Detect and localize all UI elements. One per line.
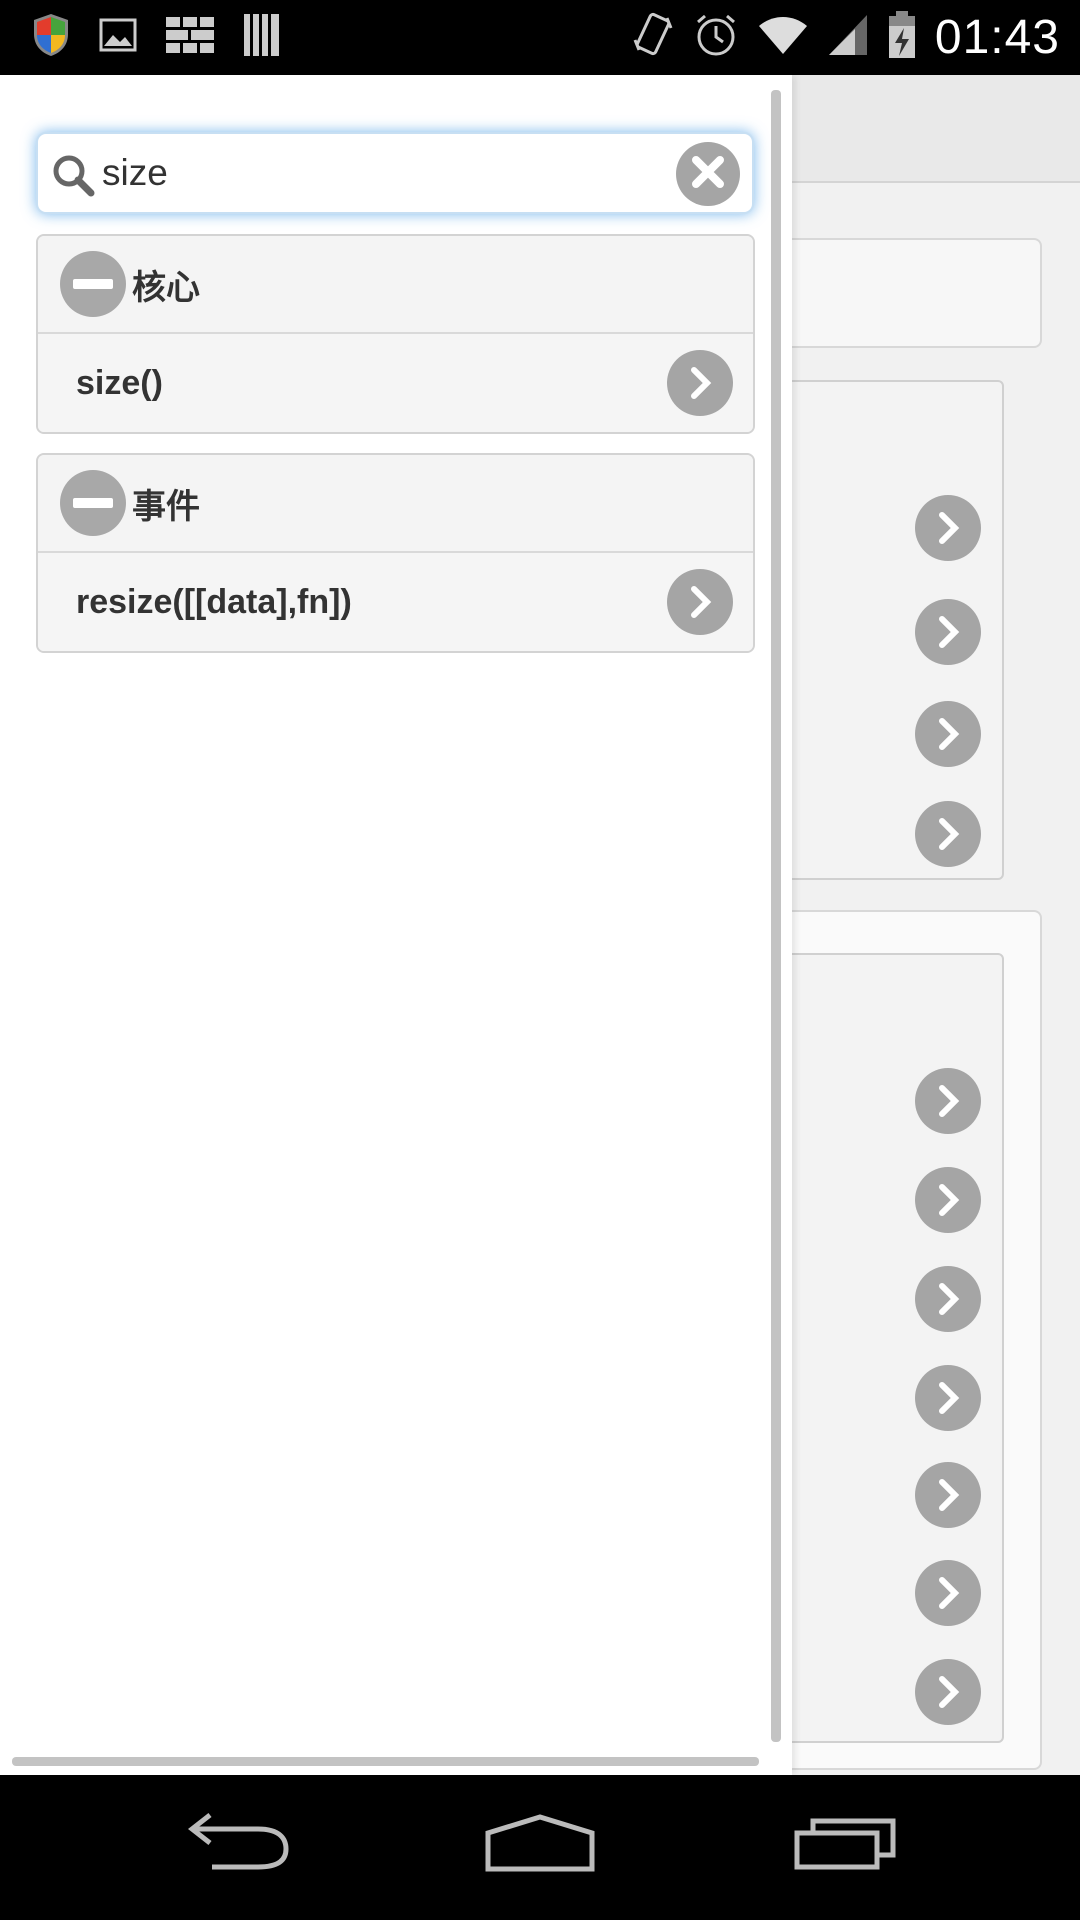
collapse-icon	[60, 470, 126, 536]
recent-apps-icon	[793, 1815, 897, 1876]
clear-search-button[interactable]	[676, 142, 740, 206]
chevron-right-icon[interactable]	[915, 1266, 981, 1332]
search-icon	[50, 152, 96, 198]
result-group: 核心 size()	[36, 234, 755, 434]
vibrate-icon	[631, 10, 675, 65]
chevron-right-icon[interactable]	[667, 350, 733, 416]
horizontal-scrollbar[interactable]	[12, 1757, 759, 1766]
keyboard-icon	[164, 13, 216, 62]
navigation-bar	[0, 1775, 1080, 1920]
status-bar: 01:43	[0, 0, 1080, 75]
group-title: 事件	[132, 486, 200, 527]
item-label: resize([[data],fn])	[76, 582, 352, 621]
chevron-right-icon[interactable]	[915, 1167, 981, 1233]
chevron-right-icon[interactable]	[915, 1462, 981, 1528]
chevron-right-icon[interactable]	[915, 801, 981, 867]
search-box	[36, 132, 754, 214]
list-item[interactable]: resize([[data],fn])	[38, 553, 753, 651]
chevron-right-icon[interactable]	[915, 1365, 981, 1431]
chevron-right-icon[interactable]	[915, 701, 981, 767]
item-label: size()	[76, 363, 163, 402]
back-button[interactable]	[180, 1805, 300, 1885]
home-icon	[484, 1813, 596, 1878]
collapse-icon	[60, 251, 126, 317]
chevron-right-icon[interactable]	[915, 495, 981, 561]
recent-apps-button[interactable]	[785, 1805, 905, 1885]
result-group: 事件 resize([[data],fn])	[36, 453, 755, 653]
image-icon	[98, 15, 138, 60]
close-icon	[688, 152, 728, 197]
list-item[interactable]: size()	[38, 334, 753, 432]
wifi-icon	[757, 14, 809, 61]
group-title: 核心	[132, 267, 200, 308]
chevron-right-icon[interactable]	[667, 569, 733, 635]
home-button[interactable]	[480, 1805, 600, 1885]
alarm-icon	[693, 12, 739, 63]
search-input[interactable]	[102, 152, 662, 194]
status-time: 01:43	[934, 10, 1060, 64]
chevron-right-icon[interactable]	[915, 599, 981, 665]
signal-icon	[827, 13, 869, 62]
search-drawer: 核心 size() 事件 resize([[data],fn])	[0, 75, 792, 1775]
barcode-icon	[242, 12, 282, 63]
chevron-right-icon[interactable]	[915, 1068, 981, 1134]
shield-icon	[30, 12, 72, 63]
group-header[interactable]: 核心	[38, 236, 753, 334]
vertical-scrollbar[interactable]	[771, 90, 781, 1742]
battery-charging-icon	[887, 10, 917, 65]
back-icon	[187, 1812, 292, 1878]
app-content: 核心 size() 事件 resize([[data],fn])	[0, 75, 1080, 1775]
chevron-right-icon[interactable]	[915, 1560, 981, 1626]
group-header[interactable]: 事件	[38, 455, 753, 553]
chevron-right-icon[interactable]	[915, 1659, 981, 1725]
